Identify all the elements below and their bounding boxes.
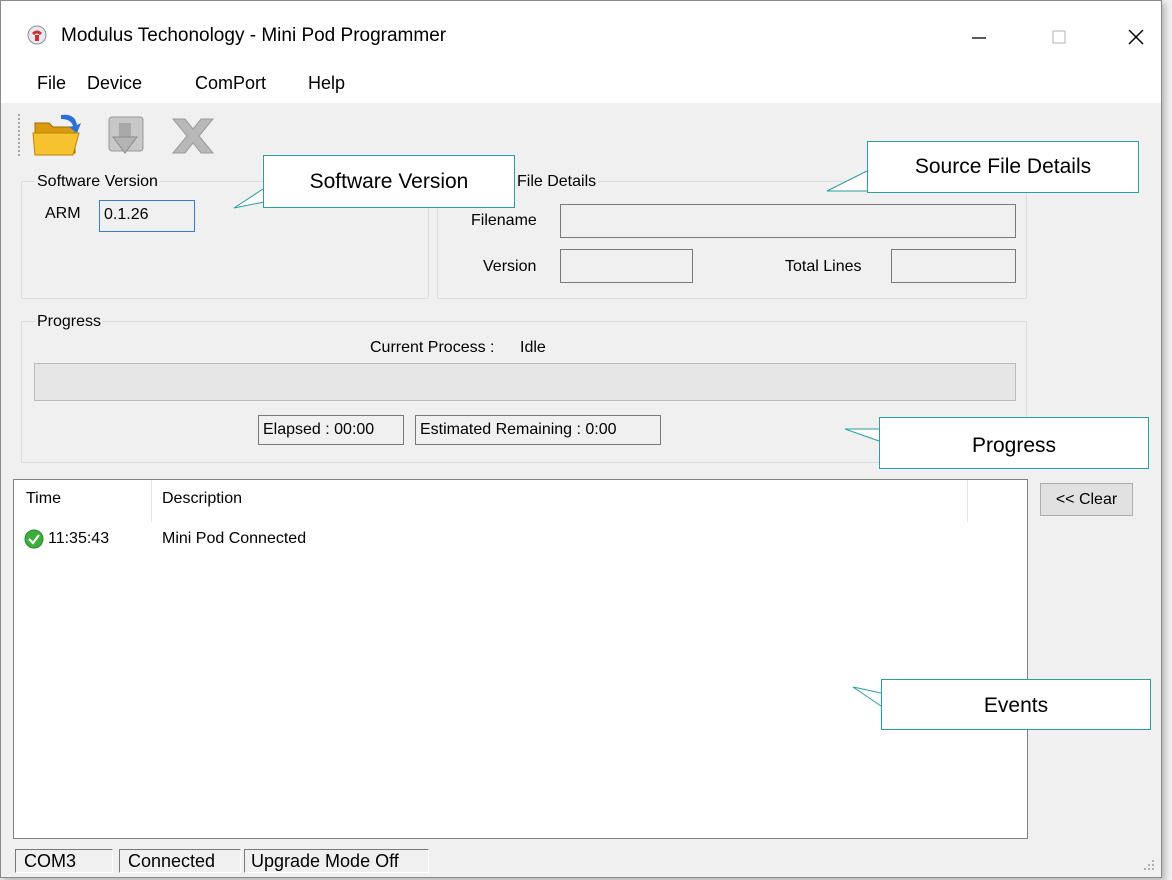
- event-time: 11:35:43: [48, 530, 110, 547]
- callout-source-file-details: Source File Details: [867, 141, 1139, 193]
- status-connection: Connected: [119, 849, 241, 873]
- version-field[interactable]: [560, 249, 693, 283]
- window-title: Modulus Techonology - Mini Pod Programme…: [61, 25, 447, 46]
- filename-field[interactable]: [560, 204, 1016, 238]
- progress-legend: Progress: [35, 313, 104, 331]
- column-divider[interactable]: [967, 480, 968, 522]
- open-folder-icon[interactable]: [29, 111, 85, 159]
- callout-progress: Progress: [879, 417, 1149, 469]
- progress-bar: [34, 363, 1016, 401]
- resize-grip-icon[interactable]: [1141, 857, 1155, 871]
- menu-device[interactable]: Device: [87, 73, 142, 94]
- event-description: Mini Pod Connected: [162, 530, 307, 547]
- minimize-icon: [972, 37, 986, 39]
- elapsed-time: Elapsed : 00:00: [258, 415, 404, 445]
- filename-label: Filename: [471, 212, 537, 229]
- menu-bar: File Device ComPort Help: [1, 65, 1161, 103]
- column-header-description[interactable]: Description: [162, 490, 242, 508]
- menu-file[interactable]: File: [37, 73, 66, 94]
- menu-comport[interactable]: ComPort: [195, 73, 266, 94]
- maximize-button[interactable]: [1036, 11, 1082, 59]
- software-version-legend: Software Version: [35, 173, 160, 191]
- status-mode: Upgrade Mode Off: [244, 849, 429, 873]
- maximize-icon: [1052, 30, 1066, 44]
- current-process-label: Current Process :: [370, 339, 495, 356]
- clear-button[interactable]: << Clear: [1040, 483, 1133, 516]
- download-icon[interactable]: [105, 113, 155, 159]
- close-button[interactable]: [1113, 11, 1159, 59]
- column-divider[interactable]: [151, 480, 152, 522]
- title-bar: Modulus Techonology - Mini Pod Programme…: [1, 1, 1161, 65]
- total-lines-field[interactable]: [891, 249, 1016, 283]
- version-label: Version: [483, 258, 537, 275]
- events-list[interactable]: Time Description 11:35:43 Mini Pod Conne…: [13, 479, 1028, 839]
- menu-help[interactable]: Help: [308, 73, 345, 94]
- minimize-button[interactable]: [955, 11, 1001, 59]
- app-logo-icon: [27, 25, 47, 45]
- toolbar-grip[interactable]: [17, 113, 21, 157]
- total-lines-label: Total Lines: [785, 258, 862, 275]
- arm-label: ARM: [45, 205, 81, 222]
- estimated-remaining: Estimated Remaining : 0:00: [415, 415, 661, 445]
- cancel-icon[interactable]: [167, 113, 217, 159]
- status-port: COM3: [15, 849, 113, 873]
- app-window: Modulus Techonology - Mini Pod Programme…: [0, 0, 1162, 878]
- current-process-value: Idle: [520, 339, 546, 356]
- column-header-time[interactable]: Time: [26, 490, 61, 508]
- success-check-icon: [24, 529, 44, 549]
- close-icon: [1128, 29, 1144, 45]
- callout-software-version: Software Version: [263, 155, 515, 208]
- arm-version-field[interactable]: 0.1.26: [99, 200, 195, 232]
- table-row[interactable]: 11:35:43 Mini Pod Connected: [14, 526, 1024, 552]
- file-details-legend: File Details: [515, 173, 599, 191]
- callout-events: Events: [881, 679, 1151, 730]
